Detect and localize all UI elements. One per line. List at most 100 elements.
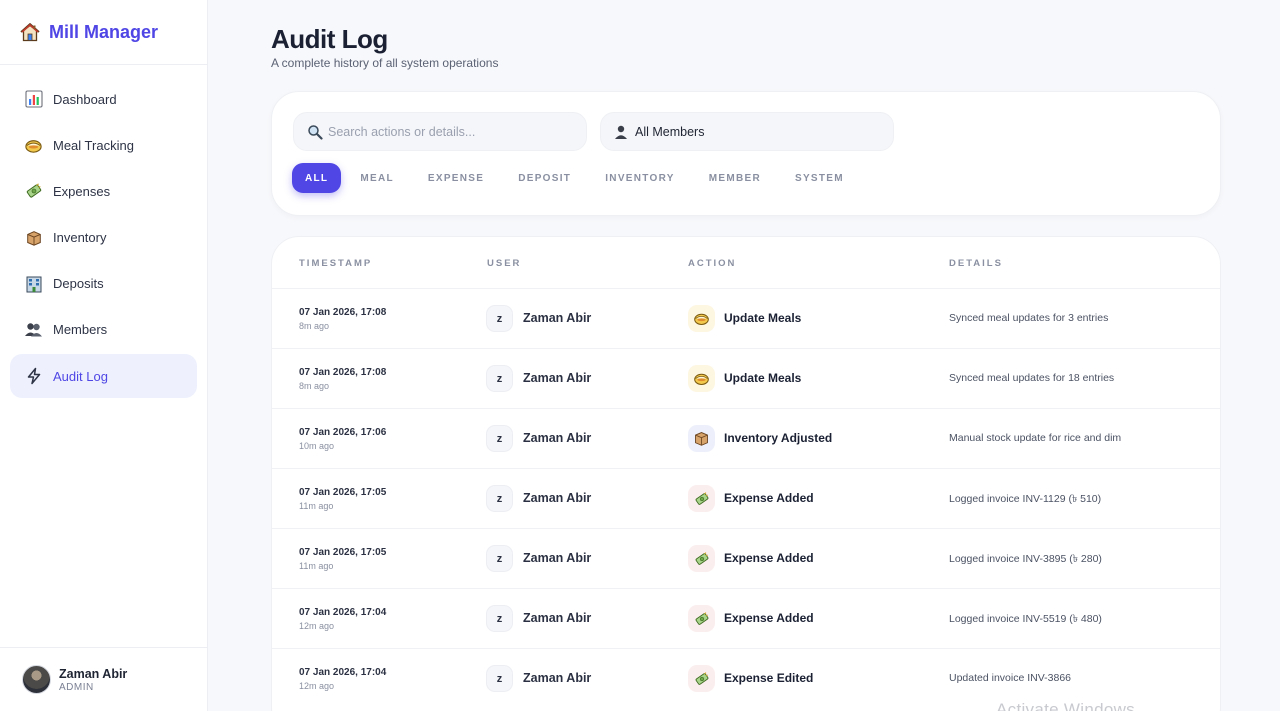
action-label: Expense Added bbox=[724, 491, 814, 505]
box-icon bbox=[24, 228, 43, 247]
search-icon bbox=[307, 124, 323, 140]
meal-bowl-icon bbox=[688, 305, 715, 332]
meal-bowl-icon bbox=[688, 365, 715, 392]
chip-system[interactable]: SYSTEM bbox=[779, 163, 860, 193]
action-label: Inventory Adjusted bbox=[724, 431, 833, 445]
lightning-icon bbox=[24, 367, 43, 386]
sidebar-item-label: Deposits bbox=[53, 276, 104, 292]
timestamp: 07 Jan 2026, 17:05 bbox=[299, 547, 387, 558]
bar-chart-icon bbox=[24, 90, 43, 109]
action-details: Logged invoice INV-3895 (৳ 280) bbox=[949, 553, 1102, 565]
action-label: Expense Added bbox=[724, 551, 814, 565]
bank-icon bbox=[24, 274, 43, 293]
relative-time: 8m ago bbox=[299, 321, 330, 331]
filter-card: All Members ALL MEAL EXPENSE DEPOSIT INV… bbox=[271, 91, 1221, 216]
table-row[interactable]: 07 Jan 2026, 17:08 8m ago z Zaman Abir U… bbox=[272, 288, 1220, 348]
user-name: Zaman Abir bbox=[523, 551, 592, 565]
brand-title: Mill Manager bbox=[49, 21, 159, 42]
column-header-details: DETAILS bbox=[949, 258, 1003, 269]
chip-inventory[interactable]: INVENTORY bbox=[589, 163, 691, 193]
table-row[interactable]: 07 Jan 2026, 17:04 12m ago z Zaman Abir … bbox=[272, 648, 1220, 708]
relative-time: 11m ago bbox=[299, 501, 334, 511]
user-role: ADMIN bbox=[59, 681, 94, 693]
chip-meal[interactable]: MEAL bbox=[344, 163, 410, 193]
chip-member[interactable]: MEMBER bbox=[693, 163, 777, 193]
timestamp: 07 Jan 2026, 17:06 bbox=[299, 427, 387, 438]
member-select[interactable]: All Members bbox=[600, 112, 894, 151]
user-initial-badge: z bbox=[486, 605, 513, 632]
sidebar-item-label: Dashboard bbox=[53, 91, 117, 107]
chip-deposit[interactable]: DEPOSIT bbox=[502, 163, 587, 193]
user-profile[interactable]: Zaman Abir ADMIN bbox=[0, 647, 207, 711]
search-box bbox=[293, 112, 587, 151]
user-name: Zaman Abir bbox=[523, 431, 592, 445]
timestamp: 07 Jan 2026, 17:04 bbox=[299, 667, 387, 678]
user-initial-badge: z bbox=[486, 665, 513, 692]
user-name: Zaman Abir bbox=[523, 311, 592, 325]
sidebar-item-audit-log[interactable]: Audit Log bbox=[10, 354, 197, 399]
user-initial-badge: z bbox=[486, 425, 513, 452]
table-row[interactable]: 07 Jan 2026, 17:08 8m ago z Zaman Abir U… bbox=[272, 348, 1220, 408]
sidebar-item-dashboard[interactable]: Dashboard bbox=[10, 77, 197, 121]
money-icon bbox=[688, 605, 715, 632]
table-row[interactable]: 07 Jan 2026, 17:04 12m ago z Zaman Abir … bbox=[272, 588, 1220, 648]
sidebar-item-inventory[interactable]: Inventory bbox=[10, 216, 197, 260]
action-details: Logged invoice INV-1129 (৳ 510) bbox=[949, 493, 1102, 505]
sidebar-item-label: Members bbox=[53, 322, 108, 338]
audit-table: TIMESTAMP USER ACTION DETAILS 07 Jan 202… bbox=[271, 236, 1221, 711]
chip-expense[interactable]: EXPENSE bbox=[412, 163, 500, 193]
sidebar-nav: Dashboard Meal Tracking Expenses Invento… bbox=[0, 65, 207, 399]
column-header-user: USER bbox=[487, 258, 522, 269]
action-label: Update Meals bbox=[724, 371, 802, 385]
sidebar-item-members[interactable]: Members bbox=[10, 308, 197, 352]
sidebar-item-label: Expenses bbox=[53, 183, 111, 199]
timestamp: 07 Jan 2026, 17:04 bbox=[299, 607, 387, 618]
sidebar-item-meal-tracking[interactable]: Meal Tracking bbox=[10, 123, 197, 167]
timestamp: 07 Jan 2026, 17:08 bbox=[299, 367, 387, 378]
windows-activation-watermark: Activate Windows bbox=[996, 700, 1135, 711]
table-row[interactable]: 07 Jan 2026, 17:05 11m ago z Zaman Abir … bbox=[272, 528, 1220, 588]
box-icon bbox=[688, 425, 715, 452]
house-icon bbox=[18, 20, 42, 44]
search-input[interactable] bbox=[328, 124, 568, 139]
page-subtitle: A complete history of all system operati… bbox=[271, 56, 499, 70]
money-icon bbox=[688, 665, 715, 692]
user-name: Zaman Abir bbox=[523, 371, 592, 385]
sidebar-item-deposits[interactable]: Deposits bbox=[10, 262, 197, 306]
user-initial-badge: z bbox=[486, 365, 513, 392]
relative-time: 10m ago bbox=[299, 441, 335, 451]
main-content: Audit Log A complete history of all syst… bbox=[208, 0, 1280, 711]
category-filter-chips: ALL MEAL EXPENSE DEPOSIT INVENTORY MEMBE… bbox=[292, 163, 862, 193]
page-title: Audit Log bbox=[271, 24, 388, 54]
sidebar-item-label: Audit Log bbox=[53, 368, 108, 384]
user-initial-badge: z bbox=[486, 545, 513, 572]
user-initial-badge: z bbox=[486, 485, 513, 512]
user-name: Zaman Abir bbox=[59, 666, 128, 681]
user-icon bbox=[613, 124, 629, 140]
action-label: Expense Edited bbox=[724, 671, 814, 685]
action-label: Expense Added bbox=[724, 611, 814, 625]
sidebar: Mill Manager Dashboard Meal Tracking Exp… bbox=[0, 0, 208, 711]
money-icon bbox=[688, 545, 715, 572]
users-icon bbox=[24, 320, 43, 339]
sidebar-item-label: Meal Tracking bbox=[53, 137, 134, 153]
sidebar-item-expenses[interactable]: Expenses bbox=[10, 169, 197, 213]
member-select-value: All Members bbox=[635, 124, 705, 139]
user-name: Zaman Abir bbox=[523, 671, 592, 685]
timestamp: 07 Jan 2026, 17:08 bbox=[299, 307, 387, 318]
meal-bowl-icon bbox=[24, 136, 43, 155]
action-details: Synced meal updates for 3 entries bbox=[949, 312, 1109, 324]
money-icon bbox=[24, 182, 43, 201]
table-row[interactable]: 07 Jan 2026, 17:05 11m ago z Zaman Abir … bbox=[272, 468, 1220, 528]
user-name: Zaman Abir bbox=[523, 611, 592, 625]
relative-time: 11m ago bbox=[299, 561, 334, 571]
table-header: TIMESTAMP USER ACTION DETAILS bbox=[272, 237, 1220, 289]
relative-time: 8m ago bbox=[299, 381, 330, 391]
action-details: Synced meal updates for 18 entries bbox=[949, 372, 1115, 384]
chip-all[interactable]: ALL bbox=[292, 163, 342, 193]
brand[interactable]: Mill Manager bbox=[0, 0, 207, 65]
column-header-timestamp: TIMESTAMP bbox=[299, 258, 373, 269]
table-row[interactable]: 07 Jan 2026, 17:06 10m ago z Zaman Abir … bbox=[272, 408, 1220, 468]
user-name: Zaman Abir bbox=[523, 491, 592, 505]
timestamp: 07 Jan 2026, 17:05 bbox=[299, 487, 387, 498]
